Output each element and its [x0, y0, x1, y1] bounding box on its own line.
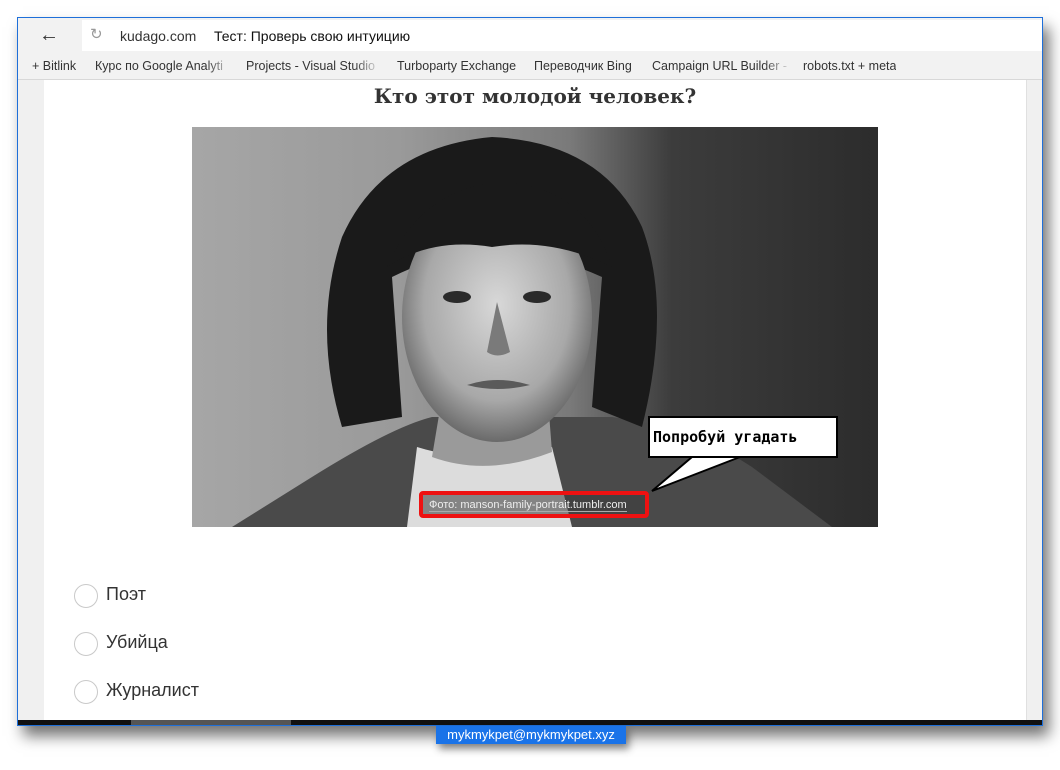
bookmark-bitlink[interactable]: + Bitlink: [32, 59, 76, 73]
photo-credit-link[interactable]: Фото: manson-family-portrait.tumblr.com: [429, 499, 627, 512]
bookmark-campaign-url-builder[interactable]: Campaign URL Builder -: [652, 59, 792, 73]
radio-button[interactable]: [74, 632, 98, 656]
browser-window: ← ↻ kudago.com Тест: Проверь свою интуиц…: [17, 17, 1043, 726]
url-field[interactable]: ↻ kudago.com Тест: Проверь свою интуицию: [82, 20, 1042, 51]
photo-credit-highlight: Фото: manson-family-portrait.tumblr.com: [419, 491, 649, 518]
bookmark-turboparty-exchange[interactable]: Turboparty Exchange: [397, 59, 516, 73]
reload-icon[interactable]: ↻: [90, 27, 103, 43]
question-title: Кто этот молодой человек?: [373, 84, 697, 108]
radio-button[interactable]: [74, 680, 98, 704]
bookmark-visual-studio-projects[interactable]: Projects - Visual Studio: [246, 59, 381, 73]
watermark-tooltip: mykmykpet@mykmykpet.xyz: [436, 726, 626, 744]
left-eye: [443, 291, 471, 303]
bookmark-robots-txt[interactable]: robots.txt + meta: [803, 59, 896, 73]
horizontal-scrollbar-thumb[interactable]: [131, 720, 291, 725]
page-viewport: Кто этот молодой человек? Попробуй угада…: [18, 80, 1042, 720]
back-button[interactable]: ←: [36, 24, 62, 46]
quiz-photo: Попробуй угадать Фото: manson-family-por…: [192, 127, 878, 527]
bookmarks-bar: + Bitlink Курс по Google Analyti Project…: [18, 51, 1042, 80]
address-bar: ← ↻ kudago.com Тест: Проверь свою интуиц…: [18, 18, 1042, 51]
url-domain: kudago.com: [120, 28, 197, 44]
portrait-illustration: [232, 137, 832, 527]
answer-option[interactable]: Убийца: [74, 632, 374, 660]
quiz-page: Кто этот молодой человек? Попробуй угада…: [44, 80, 1026, 720]
answer-option[interactable]: Журналист: [74, 680, 374, 708]
vertical-scrollbar-track[interactable]: [1026, 80, 1042, 720]
horizontal-scrollbar[interactable]: [18, 720, 1042, 725]
answer-label: Поэт: [106, 584, 146, 604]
answer-label: Убийца: [106, 632, 168, 652]
bookmark-bing-translator[interactable]: Переводчик Bing: [534, 59, 632, 73]
speech-bubble: Попробуй угадать: [648, 416, 838, 458]
answer-option[interactable]: Поэт: [74, 584, 374, 612]
radio-button[interactable]: [74, 584, 98, 608]
bookmark-google-analytics-course[interactable]: Курс по Google Analyti: [95, 59, 234, 73]
back-arrow-icon: ←: [39, 24, 59, 46]
speech-bubble-text: Попробуй угадать: [653, 428, 798, 446]
answer-label: Журналист: [106, 680, 199, 700]
page-title-in-address: Тест: Проверь свою интуицию: [214, 28, 411, 44]
right-eye: [523, 291, 551, 303]
